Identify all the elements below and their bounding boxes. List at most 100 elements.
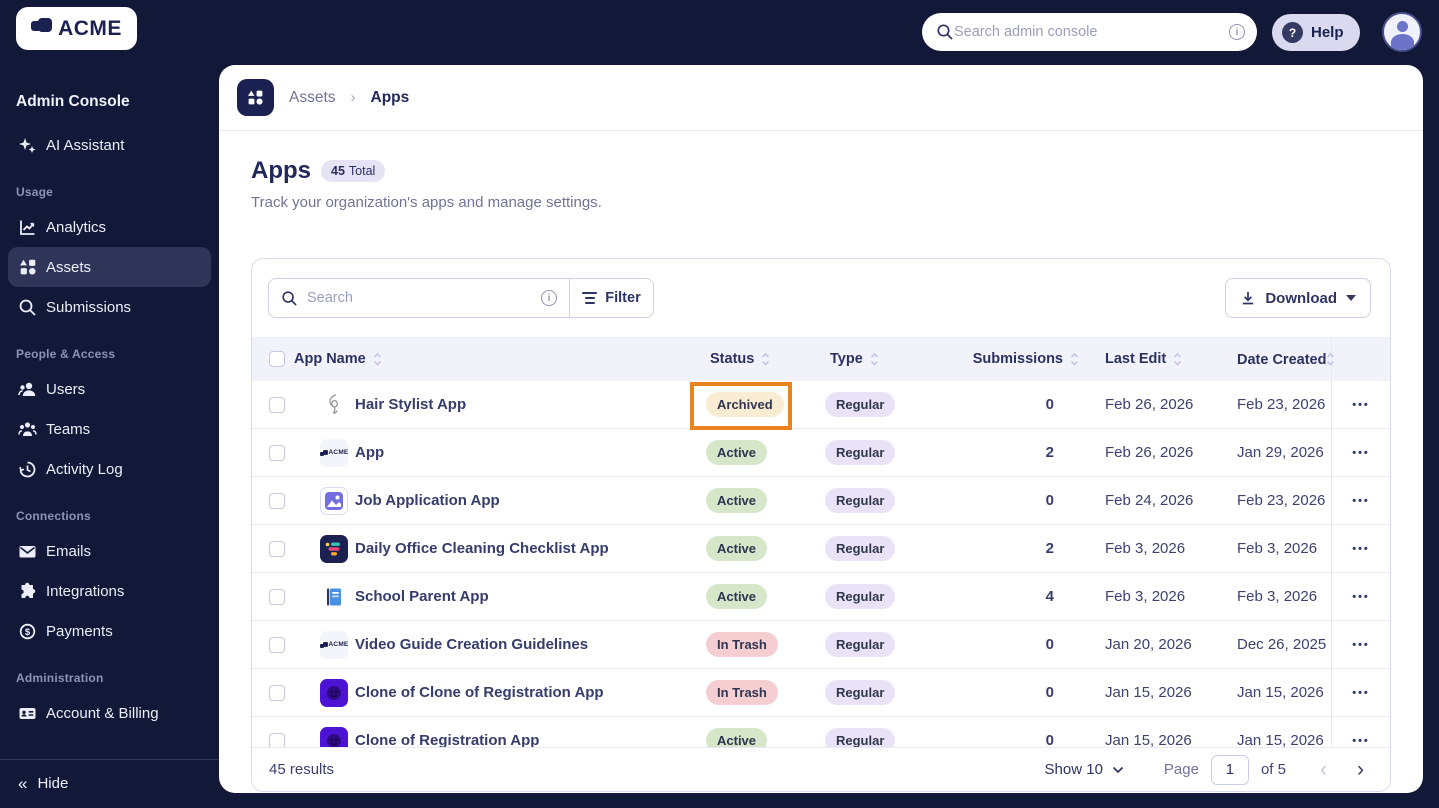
- puzzle-icon: [18, 582, 37, 601]
- sidebar-item-teams[interactable]: Teams: [8, 409, 211, 449]
- info-icon[interactable]: i: [1229, 24, 1245, 40]
- table-header-row: App Name Status Type Submissions Last Ed…: [252, 337, 1390, 381]
- sidebar-item-account-billing[interactable]: Account & Billing: [8, 693, 211, 733]
- submissions-count: 4: [1045, 588, 1054, 605]
- submissions-count: 0: [1045, 684, 1054, 701]
- user-icon: [18, 380, 37, 399]
- sidebar-item-users[interactable]: Users: [8, 369, 211, 409]
- previous-page-button[interactable]: ‹: [1314, 759, 1333, 780]
- date-created: Jan 15, 2026: [1237, 684, 1324, 701]
- table-toolbar: i Filter Download: [252, 259, 1390, 337]
- date-created: Jan 29, 2026: [1237, 444, 1324, 461]
- sidebar-item-ai-assistant[interactable]: AI Assistant: [8, 125, 211, 165]
- header-last-edit[interactable]: Last Edit: [1105, 351, 1182, 367]
- sidebar-item-emails[interactable]: Emails: [8, 531, 211, 571]
- last-edit-date: Feb 24, 2026: [1105, 492, 1194, 509]
- sort-icon[interactable]: [373, 352, 382, 367]
- header-date-created[interactable]: Date Created: [1237, 350, 1326, 369]
- header-type[interactable]: Type: [825, 351, 879, 367]
- sort-icon[interactable]: [870, 352, 879, 367]
- sidebar-item-assets[interactable]: Assets: [8, 247, 211, 287]
- sort-icon[interactable]: [1173, 352, 1182, 367]
- svg-text:$: $: [25, 627, 31, 638]
- row-actions-button[interactable]: •••: [1352, 447, 1370, 459]
- help-button[interactable]: ? Help: [1272, 14, 1360, 51]
- search-icon: [937, 24, 953, 40]
- total-count-badge: 45 Total: [321, 160, 386, 182]
- status-badge: In Trash: [706, 632, 778, 657]
- header-submissions[interactable]: Submissions: [973, 351, 1079, 367]
- status-badge: Active: [706, 488, 768, 513]
- row-actions-button[interactable]: •••: [1352, 543, 1370, 555]
- table-row: Clone of Clone of Registration App In Tr…: [252, 669, 1390, 717]
- status-badge: Active: [706, 584, 768, 609]
- type-badge: Regular: [825, 488, 896, 513]
- type-badge: Regular: [825, 680, 896, 705]
- assets-icon: [18, 258, 37, 277]
- chevron-down-icon: [1346, 295, 1356, 301]
- sidebar-item-activity-log[interactable]: Activity Log: [8, 449, 211, 489]
- sort-icon[interactable]: [761, 352, 770, 367]
- collapse-chevrons-icon: «: [18, 773, 28, 793]
- page-label: Page: [1163, 761, 1199, 778]
- admin-search-input[interactable]: [954, 24, 1229, 40]
- apps-table-card: i Filter Download App Name Status Type S…: [251, 258, 1391, 792]
- row-actions-button[interactable]: •••: [1352, 639, 1370, 651]
- sidebar-item-label: AI Assistant: [46, 136, 125, 154]
- sort-icon[interactable]: [1070, 352, 1079, 367]
- page-size-select[interactable]: Show 10: [1045, 761, 1124, 778]
- sidebar-item-payments[interactable]: $ Payments: [8, 611, 211, 651]
- row-actions-button[interactable]: •••: [1352, 687, 1370, 699]
- select-all-checkbox[interactable]: [269, 351, 285, 367]
- next-page-button[interactable]: ›: [1351, 759, 1370, 780]
- sidebar-item-analytics[interactable]: Analytics: [8, 207, 211, 247]
- robot-face-icon: [320, 678, 348, 707]
- table-search: i: [269, 279, 569, 317]
- sidebar-item-label: Activity Log: [46, 460, 123, 478]
- table-body: Hair Stylist App Archived Regular 0 Feb …: [252, 381, 1390, 747]
- type-badge: Regular: [825, 392, 896, 417]
- submissions-count: 2: [1045, 540, 1054, 557]
- hide-sidebar-button[interactable]: « Hide: [0, 764, 219, 802]
- id-card-icon: [18, 704, 37, 723]
- sort-icon[interactable]: [1326, 352, 1335, 367]
- row-checkbox[interactable]: [269, 588, 285, 605]
- row-checkbox[interactable]: [269, 636, 285, 653]
- row-checkbox[interactable]: [269, 540, 285, 557]
- date-created: Feb 23, 2026: [1237, 396, 1326, 413]
- row-checkbox[interactable]: [269, 396, 285, 413]
- row-checkbox[interactable]: [269, 492, 285, 509]
- acme-logo-icon: ACME: [320, 438, 348, 467]
- info-icon[interactable]: i: [541, 290, 557, 306]
- breadcrumb-assets-link[interactable]: Assets: [289, 89, 336, 107]
- row-actions-button[interactable]: •••: [1352, 495, 1370, 507]
- hair-swirl-icon: [320, 391, 348, 419]
- acme-logo[interactable]: ACME: [16, 7, 137, 50]
- sidebar: Admin Console AI Assistant Usage Analyti…: [0, 65, 219, 808]
- download-button[interactable]: Download: [1225, 278, 1371, 318]
- status-badge: Active: [706, 536, 768, 561]
- header-app-name[interactable]: App Name: [294, 351, 382, 367]
- table-row: ACME App Active Regular 2 Feb 26, 2026 J…: [252, 429, 1390, 477]
- row-actions-button[interactable]: •••: [1352, 399, 1370, 411]
- status-badge: Active: [706, 440, 768, 465]
- acme-logo-icon: ACME: [320, 630, 348, 659]
- row-checkbox[interactable]: [269, 684, 285, 701]
- table-search-input[interactable]: [307, 290, 532, 306]
- sidebar-item-submissions[interactable]: Submissions: [8, 287, 211, 327]
- sidebar-section-usage: Usage: [16, 185, 54, 199]
- row-actions-button[interactable]: •••: [1352, 591, 1370, 603]
- row-actions-button[interactable]: •••: [1352, 735, 1370, 747]
- filter-button[interactable]: Filter: [569, 279, 653, 317]
- row-checkbox[interactable]: [269, 732, 285, 747]
- page-number-input[interactable]: [1210, 754, 1249, 785]
- row-checkbox[interactable]: [269, 444, 285, 461]
- submissions-count: 0: [1045, 492, 1054, 509]
- user-avatar[interactable]: [1382, 12, 1422, 52]
- page-of-label: of 5: [1260, 761, 1286, 778]
- sidebar-item-integrations[interactable]: Integrations: [8, 571, 211, 611]
- breadcrumb-current: Apps: [370, 88, 410, 106]
- header-status[interactable]: Status: [706, 351, 770, 367]
- breadcrumb: Assets › Apps: [219, 65, 1423, 131]
- last-edit-date: Jan 15, 2026: [1105, 684, 1192, 701]
